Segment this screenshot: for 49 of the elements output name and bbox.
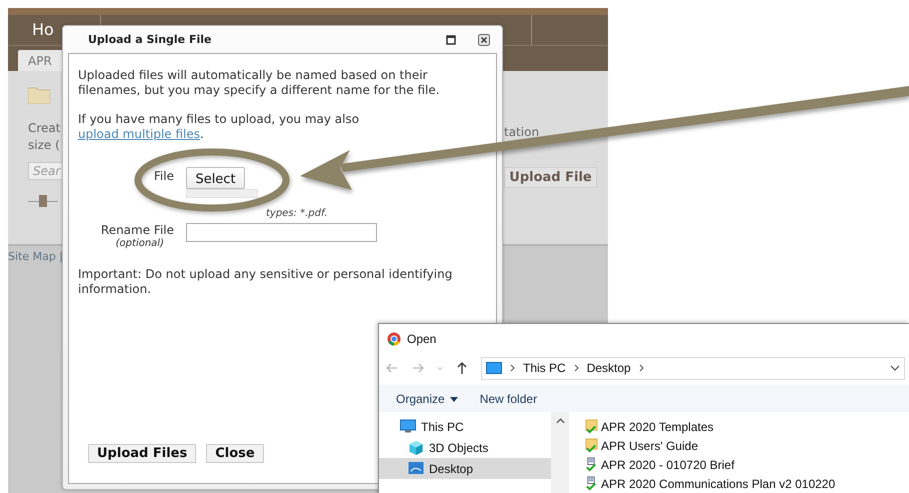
select-button[interactable]: Select (186, 167, 245, 189)
scroll-up-icon[interactable] (556, 418, 564, 424)
rename-file-field[interactable] (186, 223, 377, 242)
folder-icon (585, 438, 598, 453)
caret-icon (450, 396, 458, 402)
maximize-icon[interactable] (446, 34, 456, 44)
field-label: File (152, 169, 174, 184)
dialog-button[interactable]: Close (206, 444, 264, 463)
upload-multiple-link[interactable]: upload multiple files (78, 127, 200, 141)
cube-icon (408, 440, 424, 455)
dropdown-icon[interactable] (890, 365, 900, 371)
file-name-field (186, 189, 258, 198)
file-item[interactable]: APR Users' Guide (585, 436, 836, 455)
address-bar[interactable]: This PC Desktop (481, 356, 905, 380)
multiple-files-text: If you have many files to upload, you may also upload multiple files. (78, 112, 360, 142)
notice-text: Important: Do not upload any sensitive or personal identifying information. (78, 267, 454, 297)
folder-icon (28, 86, 50, 104)
optional-hint: (optional) (114, 238, 164, 249)
computer-icon (486, 362, 502, 374)
file-item[interactable]: APR 2020 Templates (585, 417, 836, 436)
close-icon[interactable] (478, 34, 490, 46)
file-item[interactable]: APR 2020 - 010720 Brief (585, 455, 836, 474)
accepted-types-text: types: *.pdf. (266, 208, 328, 219)
chevron-icon (510, 364, 515, 372)
description-text: tation (504, 125, 540, 139)
toolbar-button[interactable]: New folder (480, 392, 538, 406)
description-text: Creat (28, 120, 60, 137)
description-text: size ( (28, 137, 60, 154)
upload-file-button[interactable]: Upload File (504, 167, 597, 188)
breadcrumb[interactable]: Desktop (586, 361, 631, 375)
breadcrumb[interactable]: This PC (523, 361, 566, 375)
dialog-title: Open (407, 332, 436, 346)
file-item[interactable]: APR 2020 Communications Plan v2 010220 (585, 474, 836, 493)
document-icon (585, 457, 598, 472)
chevron-icon (574, 364, 579, 372)
up-icon[interactable] (455, 361, 469, 375)
app-icon (387, 332, 401, 346)
intro-text: Uploaded files will automatically be named based on their filenames, but you may specify a different name for the file. (78, 68, 441, 98)
nav-item[interactable]: 3D Objects (379, 437, 551, 458)
field-label: Rename File (100, 223, 174, 237)
dialog-button[interactable]: Upload Files (88, 444, 196, 463)
toolbar-button[interactable]: Organize (396, 392, 458, 406)
nav-item[interactable]: Desktop (379, 458, 551, 479)
sub-tab[interactable]: APR (18, 50, 64, 71)
nav-item[interactable]: This PC (379, 416, 551, 437)
computer-icon (400, 419, 416, 434)
chevron-icon (638, 364, 644, 372)
desktop-icon (408, 461, 424, 476)
folder-icon (585, 419, 598, 434)
